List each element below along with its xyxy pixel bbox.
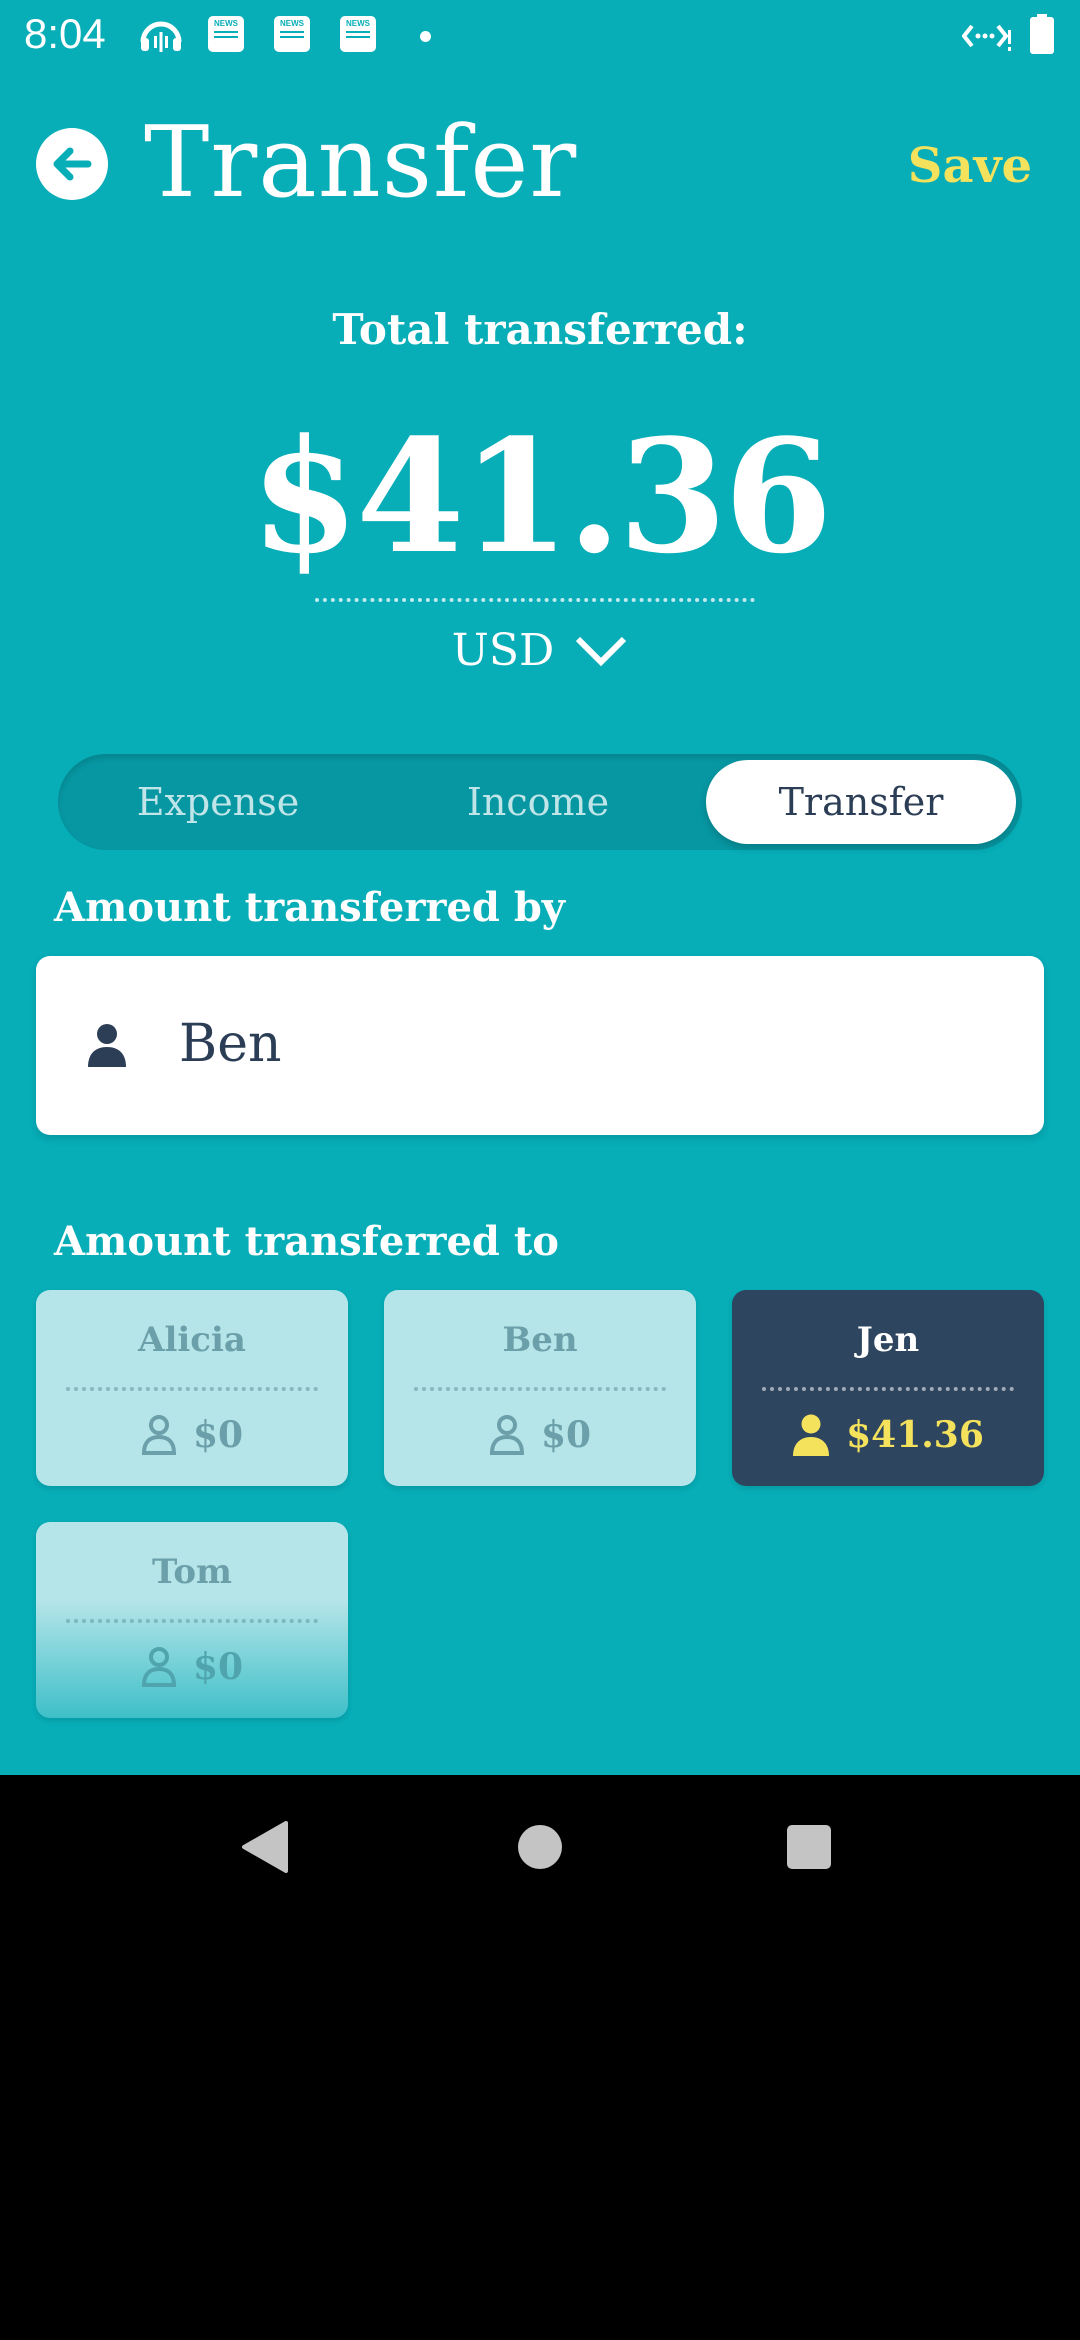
app-screen: 8:04 NEWS NEWS NEWS Transfer Save Total … (0, 0, 1080, 1775)
payer-name: Ben (179, 1014, 282, 1074)
currency-selector[interactable]: USD (0, 625, 1080, 676)
nav-recents-icon[interactable] (787, 1825, 831, 1869)
payer-selector[interactable]: Ben (36, 956, 1044, 1135)
recipient-amount: $41.36 (846, 1414, 984, 1456)
notification-dot (420, 31, 431, 42)
person-icon (88, 1024, 126, 1067)
recipient-card-ben[interactable]: Ben $0 (384, 1290, 696, 1486)
news-icon: NEWS (208, 16, 244, 52)
chevron-down-icon (576, 636, 627, 666)
nav-back-icon[interactable] (240, 1820, 288, 1874)
recipient-name: Tom (151, 1552, 233, 1592)
recipient-amount: $0 (192, 1414, 244, 1456)
recipient-card-jen[interactable]: Jen $41.36 (732, 1290, 1044, 1486)
recipient-name: Alicia (138, 1320, 246, 1360)
page-title: Transfer (144, 106, 578, 220)
battery-icon (1030, 14, 1054, 58)
news-icon: NEWS (340, 16, 376, 52)
save-button[interactable]: Save (908, 138, 1032, 194)
recipient-amount: $0 (192, 1646, 244, 1688)
podcast-icon (138, 16, 184, 58)
status-time: 8:04 (24, 10, 106, 57)
news-icon: NEWS (274, 16, 310, 52)
data-signal-icon (961, 18, 1012, 58)
transaction-type-tabs: Expense Income Transfer (58, 754, 1022, 850)
divider (66, 1387, 318, 1391)
arrow-left-icon (53, 147, 92, 181)
back-button[interactable] (36, 128, 108, 200)
total-label: Total transferred: (332, 305, 748, 354)
amount-underline (315, 598, 755, 602)
recipient-card-tom[interactable]: Tom $0 (36, 1522, 348, 1718)
recipient-name: Jen (856, 1320, 920, 1360)
currency-label: USD (451, 625, 555, 676)
person-outline-icon (141, 1415, 176, 1455)
tab-expense[interactable]: Expense (58, 754, 378, 850)
transferred-to-label: Amount transferred to (54, 1218, 559, 1265)
transferred-by-label: Amount transferred by (54, 884, 566, 931)
person-outline-icon (141, 1647, 176, 1687)
divider (414, 1387, 666, 1391)
tab-income[interactable]: Income (378, 754, 698, 850)
person-outline-icon (489, 1415, 524, 1455)
divider (762, 1387, 1014, 1391)
recipient-name: Ben (502, 1320, 578, 1360)
recipient-card-alicia[interactable]: Alicia $0 (36, 1290, 348, 1486)
recipient-amount: $0 (540, 1414, 592, 1456)
total-amount[interactable]: $41.36 (0, 405, 1080, 588)
tab-transfer[interactable]: Transfer (706, 760, 1016, 844)
divider (66, 1619, 318, 1623)
person-icon (793, 1414, 830, 1456)
nav-home-icon[interactable] (518, 1825, 562, 1869)
